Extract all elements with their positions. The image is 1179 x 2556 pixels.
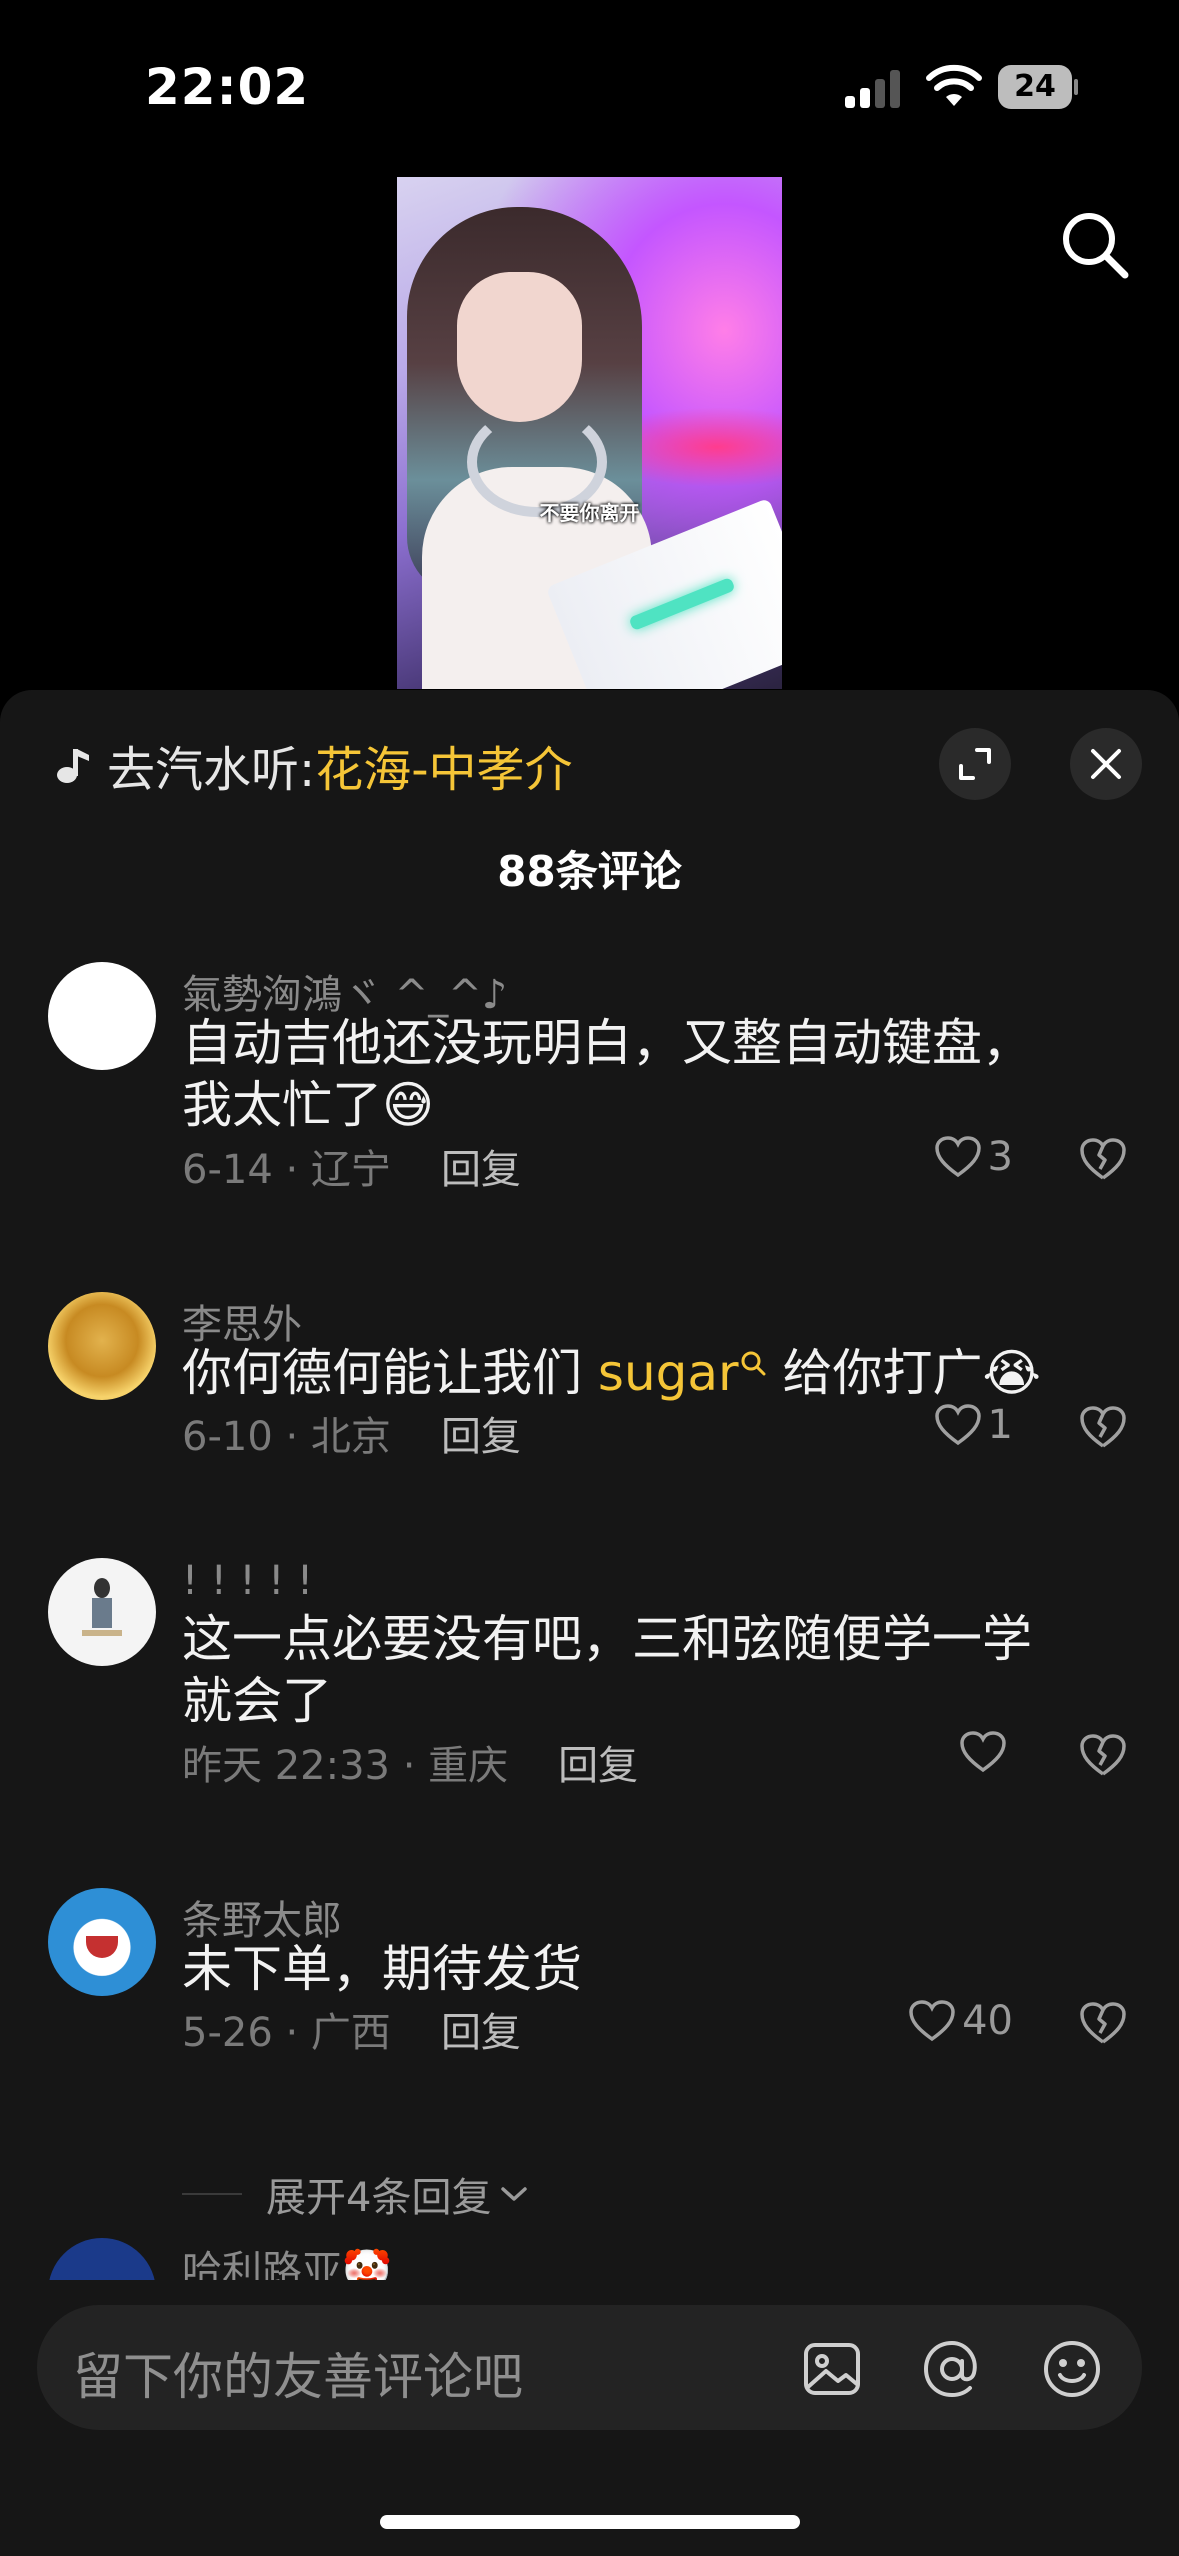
- comment-date-location: 6-10 · 北京: [182, 1414, 391, 1460]
- like-button[interactable]: 1: [934, 1402, 1013, 1448]
- battery-icon: 24: [998, 65, 1078, 109]
- music-prefix: 去汽水听:: [107, 742, 316, 798]
- broken-heart-icon[interactable]: [1078, 1136, 1128, 1182]
- heart-icon: [909, 2000, 955, 2042]
- comment-date-location: 6-14 · 辽宁: [182, 1147, 391, 1193]
- expand-button[interactable]: [939, 728, 1011, 800]
- avatar[interactable]: [48, 1888, 156, 1996]
- emoji: 😅: [382, 1076, 435, 1134]
- broken-heart-icon[interactable]: [1078, 1404, 1128, 1450]
- heart-icon: [960, 1731, 1006, 1773]
- like-button[interactable]: [959, 1730, 1013, 1774]
- comment-text-part: 给你打广: [766, 1344, 983, 1402]
- search-icon[interactable]: [1055, 205, 1135, 285]
- broken-heart-icon[interactable]: [1078, 2000, 1128, 2046]
- comment-text-part: 你何德何能让我们: [182, 1344, 598, 1402]
- search-icon: [741, 1351, 766, 1376]
- comment-date-location: 5-26 · 广西: [182, 2010, 391, 2056]
- music-link[interactable]: 去汽水听: 花海-中孝介: [55, 730, 573, 800]
- video-thumbnail[interactable]: 不要你离开: [397, 177, 782, 689]
- expand-icon: [959, 748, 991, 780]
- like-button[interactable]: 40: [908, 1998, 1013, 2044]
- at-icon[interactable]: [920, 2337, 984, 2401]
- comment-meta: 6-10 · 北京 回复: [182, 1404, 521, 1462]
- comment-text-line: 未下单，期待发货: [182, 1940, 582, 1998]
- comment-text-line: 就会了: [182, 1672, 332, 1730]
- comment-input-placeholder[interactable]: 留下你的友善评论吧: [73, 2337, 523, 2409]
- comment-text-line: 我太忙了: [182, 1076, 382, 1134]
- home-indicator: [380, 2515, 800, 2529]
- comment-meta: 昨天 22:33 · 重庆 回复: [182, 1733, 638, 1791]
- comment-meta: 5-26 · 广西 回复: [182, 2000, 521, 2058]
- comment-text-line: 这一点必要没有吧，三和弦随便学一学: [182, 1610, 1032, 1668]
- like-count: 40: [962, 1998, 1013, 2044]
- comment-text: 未下单，期待发货: [182, 1938, 1112, 2000]
- like-count: 3: [987, 1134, 1013, 1180]
- close-button[interactable]: [1070, 728, 1142, 800]
- emoji-icon[interactable]: [1040, 2337, 1104, 2401]
- comment-text-line: 自动吉他还没玩明白，又整自动键盘，: [182, 1014, 1032, 1072]
- reply-button[interactable]: 回复: [441, 1147, 521, 1193]
- close-icon: [1091, 749, 1121, 779]
- chevron-down-icon: [501, 2187, 528, 2201]
- heart-icon: [934, 1136, 981, 1178]
- comment-sheet: 去汽水听: 花海-中孝介 88条评论 氣勢洶鴻ヾ ^_^♪ 自动吉他还没玩明白，…: [0, 690, 1179, 2556]
- avatar[interactable]: [48, 962, 156, 1070]
- expand-replies-label: 展开4条回复: [266, 2175, 492, 2221]
- like-button[interactable]: 3: [934, 1134, 1013, 1180]
- battery-level: 24: [1014, 69, 1056, 104]
- reply-button[interactable]: 回复: [558, 1743, 638, 1789]
- reply-button[interactable]: 回复: [441, 1414, 521, 1460]
- comment-input-bar[interactable]: 留下你的友善评论吧: [37, 2305, 1142, 2430]
- expand-replies-button[interactable]: 展开4条回复: [182, 2165, 531, 2223]
- comment-username[interactable]: ! ! ! ! !: [182, 1558, 313, 1604]
- avatar[interactable]: [48, 1558, 156, 1666]
- image-icon[interactable]: [800, 2337, 864, 2401]
- wifi-icon: [926, 64, 982, 106]
- status-time: 22:02: [145, 58, 310, 116]
- comment-text: 这一点必要没有吧，三和弦随便学一学 就会了: [182, 1608, 1112, 1732]
- comment-text: 自动吉他还没玩明白，又整自动键盘， 我太忙了😅: [182, 1012, 1112, 1136]
- comment-count: 88条评论: [497, 847, 682, 896]
- video-caption: 不要你离开: [539, 501, 640, 525]
- like-count: 1: [987, 1402, 1013, 1448]
- comment-text: 你何德何能让我们 sugar 给你打广😭: [182, 1342, 1112, 1404]
- heart-icon: [934, 1404, 981, 1446]
- comment-date-location: 昨天 22:33 · 重庆: [182, 1743, 509, 1789]
- reply-button[interactable]: 回复: [441, 2010, 521, 2056]
- music-song-title[interactable]: 花海-中孝介: [315, 730, 572, 800]
- emoji: 😭: [982, 1344, 1041, 1402]
- broken-heart-icon[interactable]: [1078, 1732, 1128, 1778]
- search-keyword-link[interactable]: sugar: [598, 1344, 739, 1402]
- music-note-icon: [57, 749, 89, 783]
- comment-meta: 6-14 · 辽宁 回复: [182, 1137, 521, 1195]
- cellular-signal-icon: [845, 70, 900, 108]
- status-bar: 22:02 24: [0, 0, 1179, 170]
- avatar[interactable]: [48, 1292, 156, 1400]
